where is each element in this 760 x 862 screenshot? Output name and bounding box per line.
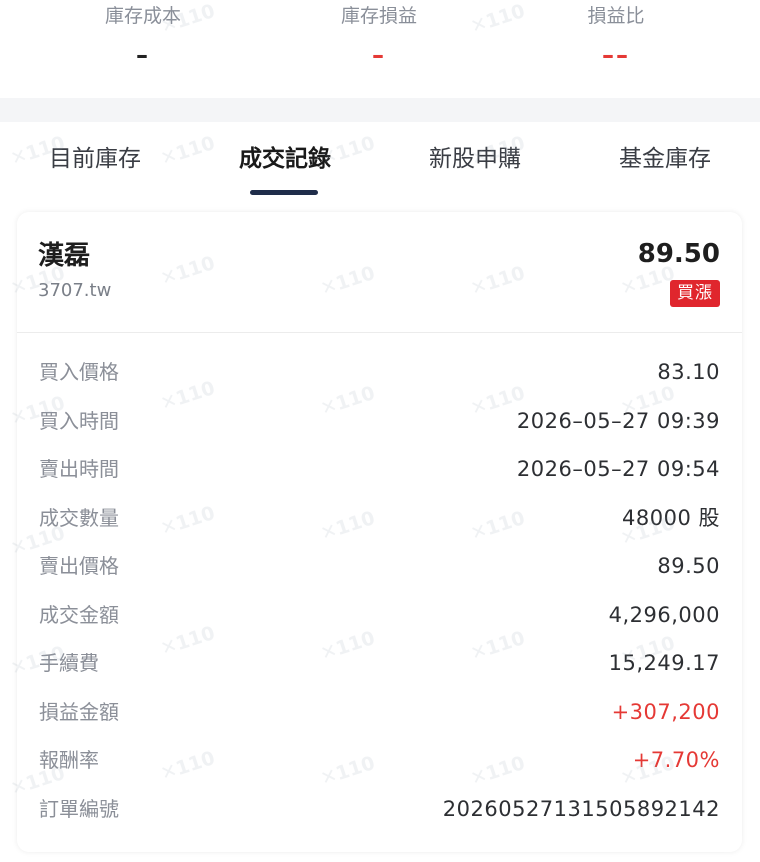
- detail-value: 2026–05–27 09:54: [516, 457, 720, 481]
- stock-code: 3707.tw: [38, 280, 112, 301]
- detail-row-order-id: 訂單編號 20260527131505892142: [17, 785, 742, 834]
- summary-bar: 庫存成本 – 庫存損益 – 損益比 ––: [0, 0, 760, 98]
- detail-row-amount: 成交金額 4,296,000: [17, 591, 742, 640]
- section-divider: [0, 98, 760, 122]
- detail-label: 買入時間: [39, 408, 119, 433]
- detail-label: 訂單編號: [39, 796, 119, 821]
- detail-value: 48000 股: [622, 505, 720, 530]
- detail-value: 20260527131505892142: [442, 796, 720, 821]
- active-tab-indicator: [250, 190, 318, 195]
- detail-row-buy-price: 買入價格 83.10: [17, 348, 742, 397]
- detail-row-buy-time: 買入時間 2026–05–27 09:39: [17, 397, 742, 446]
- detail-row-quantity: 成交數量 48000 股: [17, 494, 742, 543]
- detail-row-return: 報酬率 +7.70%: [17, 736, 742, 785]
- detail-label: 報酬率: [39, 748, 99, 772]
- detail-value: +7.70%: [632, 748, 720, 772]
- inventory-pl-value: –: [372, 41, 386, 69]
- detail-label: 手續費: [39, 651, 99, 675]
- trade-record-card[interactable]: 漢磊 3707.tw 89.50 買漲 買入價格 83.10 買入時間 2026…: [17, 212, 742, 852]
- stock-price: 89.50: [637, 239, 720, 269]
- detail-row-sell-price: 賣出價格 89.50: [17, 542, 742, 591]
- detail-label: 成交金額: [39, 602, 119, 627]
- pl-ratio-stat: 損益比 ––: [516, 4, 716, 68]
- detail-value: 4,296,000: [608, 602, 720, 627]
- pl-ratio-value: ––: [602, 41, 630, 69]
- detail-label: 賣出價格: [39, 554, 119, 578]
- detail-label: 買入價格: [39, 360, 119, 384]
- trade-direction-badge: 買漲: [670, 280, 720, 307]
- detail-value: 15,249.17: [608, 651, 720, 675]
- trade-card-header: 漢磊 3707.tw 89.50 買漲: [17, 212, 742, 333]
- detail-value: +307,200: [611, 699, 720, 724]
- detail-label: 賣出時間: [39, 457, 119, 481]
- detail-row-fee: 手續費 15,249.17: [17, 639, 742, 688]
- tab-fund-holdings[interactable]: 基金庫存: [570, 144, 760, 174]
- detail-label: 成交數量: [39, 505, 119, 530]
- inventory-pl-stat: 庫存損益 –: [279, 4, 479, 68]
- detail-row-profit: 損益金額 +307,200: [17, 688, 742, 737]
- inventory-cost-value: –: [136, 41, 150, 69]
- stock-name: 漢磊: [38, 241, 91, 271]
- tab-trade-records[interactable]: 成交記錄: [190, 144, 380, 174]
- inventory-pl-label: 庫存損益: [340, 5, 417, 27]
- tab-current-holdings[interactable]: 目前庫存: [0, 144, 190, 174]
- tab-ipo-subscription[interactable]: 新股申購: [380, 144, 570, 174]
- detail-value: 2026–05–27 09:39: [516, 408, 720, 433]
- inventory-cost-label: 庫存成本: [104, 5, 181, 27]
- detail-value: 83.10: [657, 360, 720, 384]
- tab-bar: 目前庫存 成交記錄 新股申購 基金庫存: [0, 122, 760, 200]
- detail-row-sell-time: 賣出時間 2026–05–27 09:54: [17, 445, 742, 494]
- detail-label: 損益金額: [39, 699, 119, 724]
- pl-ratio-label: 損益比: [587, 5, 645, 27]
- detail-value: 89.50: [657, 554, 720, 578]
- inventory-cost-stat: 庫存成本 –: [43, 4, 243, 68]
